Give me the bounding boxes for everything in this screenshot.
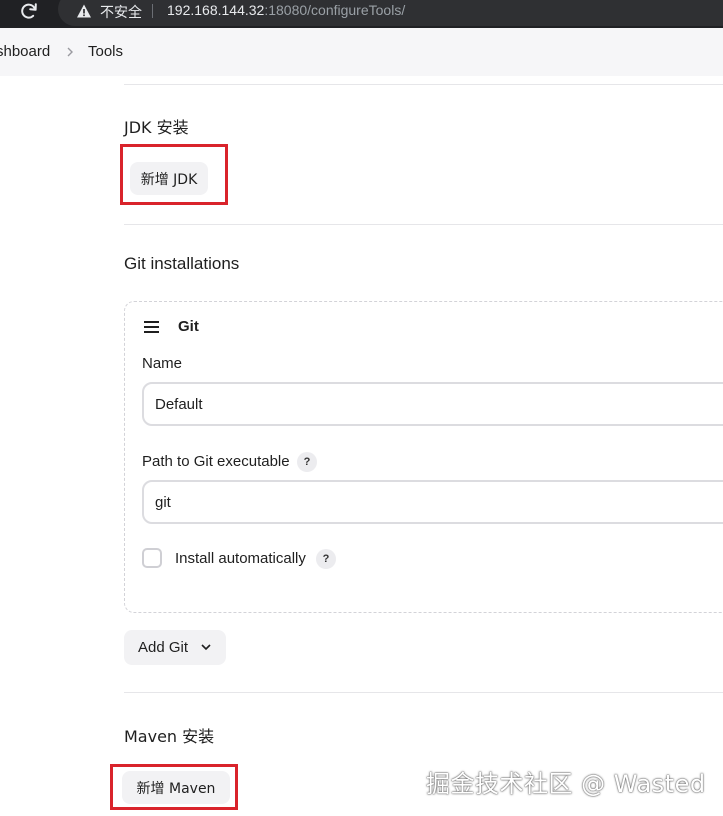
drag-handle-icon[interactable] bbox=[144, 321, 160, 333]
watermark: 掘金技术社区 @ Wasted bbox=[426, 770, 706, 798]
section-divider bbox=[124, 84, 723, 85]
browser-toolbar: 不安全 192.168.144.32:18080/configureTools/ bbox=[0, 0, 723, 28]
highlight-box-maven bbox=[110, 764, 238, 810]
help-icon[interactable]: ? bbox=[316, 549, 336, 569]
add-git-button[interactable]: Add Git bbox=[124, 630, 226, 665]
section-divider bbox=[124, 224, 723, 225]
section-divider bbox=[124, 692, 723, 693]
url-text[interactable]: 192.168.144.32:18080/configureTools/ bbox=[167, 2, 405, 18]
url-path: :18080/configureTools/ bbox=[264, 2, 406, 18]
git-section-title: Git installations bbox=[124, 254, 240, 273]
install-automatically-checkbox[interactable] bbox=[142, 548, 162, 568]
warning-icon[interactable] bbox=[76, 3, 92, 19]
git-path-input[interactable] bbox=[142, 480, 723, 524]
path-to-git-label: Path to Git executable bbox=[142, 453, 290, 470]
help-icon[interactable]: ? bbox=[297, 452, 317, 472]
breadcrumb-dashboard[interactable]: shboard bbox=[0, 43, 50, 60]
jdk-section-title: JDK 安装 bbox=[124, 118, 189, 137]
not-secure-label[interactable]: 不安全 bbox=[100, 2, 142, 22]
maven-section-title: Maven 安装 bbox=[124, 727, 215, 746]
url-separator bbox=[152, 4, 153, 18]
chevron-right-icon bbox=[67, 47, 73, 57]
highlight-box-jdk bbox=[120, 144, 228, 205]
install-automatically-label[interactable]: Install automatically bbox=[175, 550, 306, 567]
chevron-down-icon bbox=[201, 644, 211, 651]
breadcrumb-tools[interactable]: Tools bbox=[88, 43, 123, 60]
name-label: Name bbox=[142, 355, 183, 372]
reload-icon[interactable] bbox=[18, 0, 40, 22]
breadcrumb: shboard Tools bbox=[0, 28, 723, 76]
add-git-label: Add Git bbox=[138, 639, 189, 656]
git-card-title: Git bbox=[178, 318, 199, 335]
url-host: 192.168.144.32 bbox=[167, 2, 265, 18]
name-input[interactable] bbox=[142, 382, 723, 426]
